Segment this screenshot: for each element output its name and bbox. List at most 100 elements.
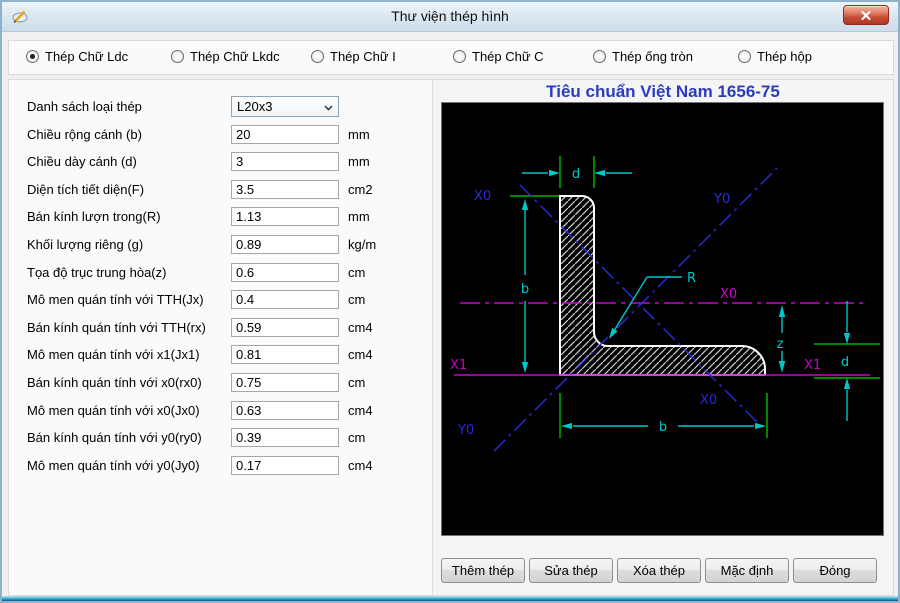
- field-input-12[interactable]: [231, 428, 339, 447]
- unit-label: cm: [348, 265, 365, 280]
- unit-label: cm4: [348, 320, 373, 335]
- close-dialog-button[interactable]: Đóng: [793, 558, 877, 583]
- form-row: Mô men quán tính với x0(Jx0) cm4: [27, 400, 432, 421]
- dim-b-left-label: b: [521, 282, 529, 297]
- radio-label: Thép hộp: [757, 49, 812, 64]
- field-label: Khối lượng riêng (g): [27, 237, 231, 252]
- unit-label: cm4: [348, 347, 373, 362]
- field-input-13[interactable]: [231, 456, 339, 475]
- y0-axis-top-label: Y0: [713, 192, 730, 207]
- unit-label: cm: [348, 375, 365, 390]
- dim-d-top-label: d: [572, 167, 580, 182]
- form-row: Danh sách loại thép L20x3: [27, 96, 432, 117]
- dialog-window: Thư viện thép hình Thép Chữ LdcThép Chữ …: [0, 0, 900, 603]
- radio-steel-type-4[interactable]: Thép ống tròn: [593, 49, 693, 64]
- radio-label: Thép Chữ I: [330, 49, 396, 64]
- field-label: Chiều dày cánh (d): [27, 154, 231, 169]
- radio-steel-type-0[interactable]: Thép Chữ Ldc: [26, 49, 128, 64]
- y0-axis-bottom-label: Y0: [457, 423, 474, 438]
- field-label: Danh sách loại thép: [27, 99, 231, 114]
- l-section-drawing: d b R z d b X0 Y0 X0 Y0 X0 X1 X1: [442, 103, 883, 535]
- default-button[interactable]: Mặc định: [705, 558, 789, 583]
- field-label: Mô men quán tính với x1(Jx1): [27, 347, 231, 362]
- field-label: Mô men quán tính với y0(Jy0): [27, 458, 231, 473]
- form-row: Chiều rộng cánh (b)mm: [27, 124, 432, 145]
- dim-b-bottom-label: b: [659, 420, 667, 435]
- unit-label: cm2: [348, 182, 373, 197]
- field-input-7[interactable]: [231, 290, 339, 309]
- x0-neutral-label: X0: [720, 287, 737, 302]
- unit-label: mm: [348, 154, 370, 169]
- field-label: Tọa độ trục trung hòa(z): [27, 265, 231, 280]
- field-label: Bán kính quán tính với x0(rx0): [27, 375, 231, 390]
- x1-right-label: X1: [804, 358, 821, 373]
- delete-steel-button[interactable]: Xóa thép: [617, 558, 701, 583]
- close-icon: [860, 10, 872, 21]
- radio-icon: [311, 50, 324, 63]
- radio-icon: [453, 50, 466, 63]
- radio-steel-type-5[interactable]: Thép hộp: [738, 49, 812, 64]
- form-row: Bán kính quán tính với x0(rx0) cm: [27, 372, 432, 393]
- unit-label: mm: [348, 209, 370, 224]
- unit-label: cm: [348, 292, 365, 307]
- unit-label: kg/m: [348, 237, 376, 252]
- field-label: Diện tích tiết diện(F): [27, 182, 231, 197]
- unit-label: cm4: [348, 458, 373, 473]
- field-input-10[interactable]: [231, 373, 339, 392]
- dim-z-label: z: [777, 337, 784, 352]
- field-input-2[interactable]: [231, 152, 339, 171]
- combo-value: L20x3: [237, 99, 272, 114]
- form-row: Bán kính quán tính với y0(ry0)cm: [27, 427, 432, 448]
- field-input-4[interactable]: [231, 207, 339, 226]
- window-title: Thư viện thép hình: [2, 8, 898, 24]
- section-canvas: d b R z d b X0 Y0 X0 Y0 X0 X1 X1: [441, 102, 884, 536]
- form-row: Bán kính quán tính với TTH(rx) cm4: [27, 317, 432, 338]
- radio-label: Thép Chữ C: [472, 49, 544, 64]
- standard-title: Tiêu chuẩn Việt Nam 1656-75: [433, 82, 893, 102]
- radio-icon: [26, 50, 39, 63]
- close-button[interactable]: [843, 5, 889, 25]
- field-label: Mô men quán tính với x0(Jx0): [27, 403, 231, 418]
- field-label: Bán kính quán tính với TTH(rx): [27, 320, 231, 335]
- titlebar[interactable]: Thư viện thép hình: [2, 2, 898, 32]
- field-label: Chiều rộng cánh (b): [27, 127, 231, 142]
- dim-d-right-label: d: [841, 355, 849, 370]
- radio-label: Thép Chữ Ldc: [45, 49, 128, 64]
- dialog-buttons: Thêm thépSửa thépXóa thépMặc địnhĐóng: [441, 558, 877, 583]
- form-row: Tọa độ trục trung hòa(z) cm: [27, 262, 432, 283]
- form-row: Mô men quán tính với x1(Jx1) cm4: [27, 344, 432, 365]
- form-row: Chiều dày cánh (d) mm: [27, 151, 432, 172]
- section-form: Danh sách loại thép L20x3 Chiều rộng cánh …: [8, 79, 433, 596]
- radio-icon: [171, 50, 184, 63]
- field-input-11[interactable]: [231, 401, 339, 420]
- add-steel-button[interactable]: Thêm thép: [441, 558, 525, 583]
- edit-steel-button[interactable]: Sửa thép: [529, 558, 613, 583]
- steel-type-panel: Thép Chữ Ldc Thép Chữ Lkdc Thép Chữ I Thép …: [8, 40, 894, 75]
- unit-label: cm4: [348, 403, 373, 418]
- window-bottom-border: [2, 596, 898, 601]
- radio-steel-type-2[interactable]: Thép Chữ I: [311, 49, 396, 64]
- x0-axis-top-label: X0: [474, 189, 491, 204]
- field-input-9[interactable]: [231, 345, 339, 364]
- field-input-6[interactable]: [231, 263, 339, 282]
- radius-label: R: [687, 271, 696, 286]
- field-input-8[interactable]: [231, 318, 339, 337]
- field-input-5[interactable]: [231, 235, 339, 254]
- principal-axis-lines: [494, 168, 777, 451]
- drawing-panel: Tiêu chuẩn Việt Nam 1656-75: [432, 79, 894, 596]
- x1-left-label: X1: [450, 358, 467, 373]
- form-row: Khối lượng riêng (g) kg/m: [27, 234, 432, 255]
- field-label: Bán kính quán tính với y0(ry0): [27, 430, 231, 445]
- radio-icon: [593, 50, 606, 63]
- radio-steel-type-1[interactable]: Thép Chữ Lkdc: [171, 49, 280, 64]
- steel-size-select[interactable]: L20x3: [231, 96, 339, 117]
- radio-steel-type-3[interactable]: Thép Chữ C: [453, 49, 544, 64]
- radio-label: Thép ống tròn: [612, 49, 693, 64]
- field-input-1[interactable]: [231, 125, 339, 144]
- field-input-3[interactable]: [231, 180, 339, 199]
- field-label: Bán kính lượn trong(R): [27, 209, 231, 224]
- field-label: Mô men quán tính với TTH(Jx): [27, 292, 231, 307]
- radio-label: Thép Chữ Lkdc: [190, 49, 280, 64]
- form-row: Mô men quán tính với TTH(Jx) cm: [27, 289, 432, 310]
- form-row: Mô men quán tính với y0(Jy0) cm4: [27, 455, 432, 476]
